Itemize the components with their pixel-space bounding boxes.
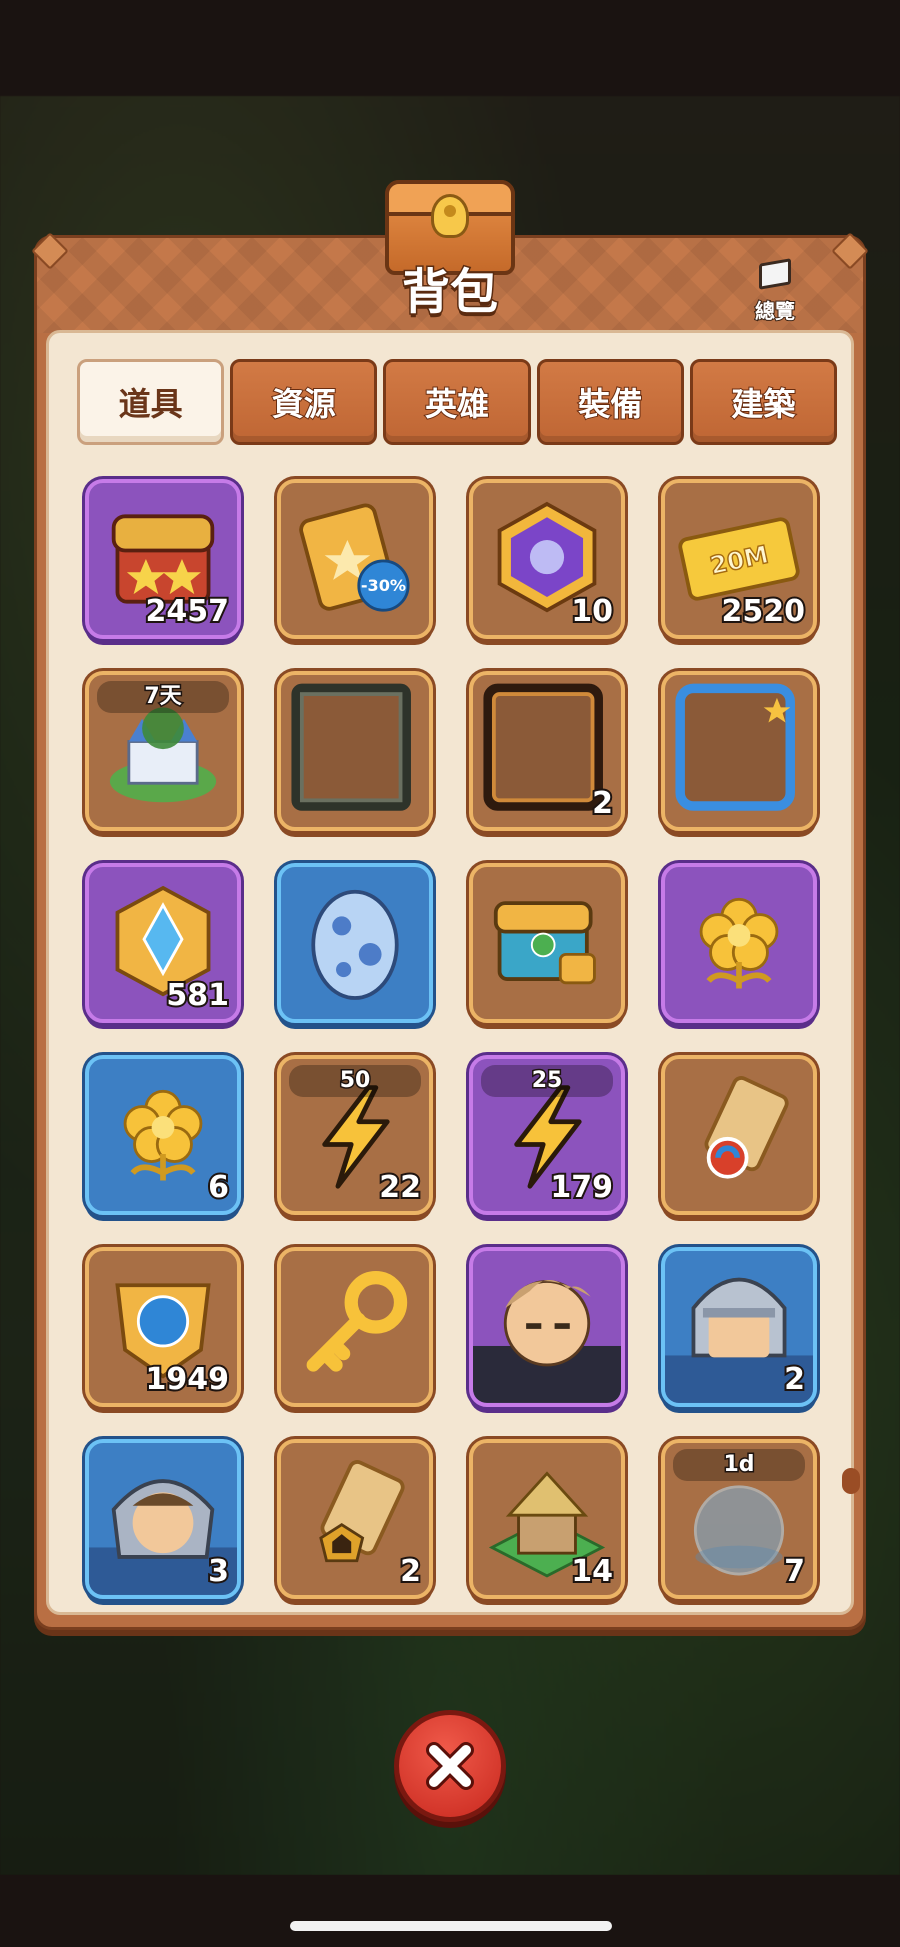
gold-key-icon xyxy=(306,1271,408,1372)
bottom-bar-area xyxy=(0,1875,900,1947)
item-count: 3 xyxy=(206,1552,231,1591)
gold-flower-icon xyxy=(699,897,779,989)
tab-resources[interactable]: 資源 xyxy=(230,359,378,445)
inventory-slot[interactable]: 25 179 xyxy=(469,1055,625,1215)
inventory-slot[interactable]: 6 xyxy=(85,1055,241,1215)
hero-portrait-gentleman-icon xyxy=(473,1280,621,1403)
inventory-slot[interactable]: 50 22 xyxy=(277,1055,433,1215)
box-icon xyxy=(751,253,799,293)
item-timer-badge: 25 xyxy=(481,1065,613,1097)
inventory-slot[interactable]: 1949 xyxy=(85,1247,241,1407)
inventory-slot[interactable]: 1d 7 xyxy=(661,1439,817,1599)
inventory-slot[interactable]: 581 xyxy=(85,863,241,1023)
tab-buildings[interactable]: 建築 xyxy=(689,359,838,445)
inventory-slot[interactable] xyxy=(469,863,625,1023)
inventory-slot[interactable] xyxy=(661,1055,817,1215)
inventory-slot[interactable] xyxy=(277,863,433,1023)
item-count: 22 xyxy=(377,1168,423,1207)
item-count: 7 xyxy=(782,1552,807,1591)
tab-items[interactable]: 道具 xyxy=(77,359,225,445)
item-count: 2 xyxy=(590,784,615,823)
stone-frame-icon xyxy=(291,683,411,811)
item-count: 10 xyxy=(569,592,615,631)
blue-egg-icon xyxy=(311,889,399,1000)
item-count: 581 xyxy=(164,976,231,1015)
status-bar-area xyxy=(0,0,900,96)
item-count: 179 xyxy=(548,1168,615,1207)
overview-label: 總覽 xyxy=(754,298,796,324)
svg-text:-30%: -30% xyxy=(361,576,406,595)
item-count: 6 xyxy=(206,1168,231,1207)
item-timer-badge: 7天 xyxy=(97,681,229,713)
item-count: 2 xyxy=(782,1360,807,1399)
item-count: 2457 xyxy=(144,592,231,631)
item-count: 2520 xyxy=(720,592,807,631)
inventory-slot[interactable]: 7天 xyxy=(85,671,241,831)
overview-button[interactable]: 總覽 xyxy=(740,253,810,324)
inventory-slot[interactable]: -30% xyxy=(277,479,433,639)
item-count: 2 xyxy=(398,1552,423,1591)
category-tabs: 道具 資源 英雄 裝備 建築 xyxy=(77,359,838,449)
inventory-slot[interactable]: 20M 2520 xyxy=(661,479,817,639)
inventory-slot[interactable] xyxy=(277,671,433,831)
inventory-slot[interactable]: 3 xyxy=(85,1439,241,1599)
inventory-slot[interactable]: 14 xyxy=(469,1439,625,1599)
tab-heroes[interactable]: 英雄 xyxy=(383,359,531,445)
tab-equipment[interactable]: 裝備 xyxy=(536,359,684,445)
inventory-slot[interactable]: 2 xyxy=(277,1439,433,1599)
swap-scroll-icon xyxy=(704,1076,789,1179)
inventory-slot[interactable] xyxy=(661,671,817,831)
anniversary-frame-icon xyxy=(675,683,795,811)
inventory-slot[interactable]: 2 xyxy=(469,671,625,831)
item-count: 14 xyxy=(569,1552,615,1591)
inventory-slot[interactable] xyxy=(661,863,817,1023)
inventory-area: 道具 資源 英雄 裝備 建築 2457 -30% 10 20M 2520 7天 2 581 6 5… xyxy=(46,330,854,1615)
inventory-slot[interactable]: 2 xyxy=(661,1247,817,1407)
inventory-slot[interactable] xyxy=(469,1247,625,1407)
inventory-slot[interactable]: 2457 xyxy=(85,479,241,639)
inventory-slot[interactable]: 10 xyxy=(469,479,625,639)
item-timer-badge: 50 xyxy=(289,1065,421,1097)
home-indicator[interactable] xyxy=(290,1921,612,1931)
item-count: 1949 xyxy=(144,1360,231,1399)
close-button[interactable] xyxy=(394,1710,506,1822)
panel-title: 背包 xyxy=(400,263,499,322)
inventory-slot[interactable] xyxy=(277,1247,433,1407)
scrollbar-handle[interactable] xyxy=(842,1468,860,1494)
discount-card-icon: -30% xyxy=(299,503,410,612)
item-timer-badge: 1d xyxy=(673,1449,805,1481)
close-icon xyxy=(426,1742,474,1790)
puzzle-chest-icon xyxy=(493,901,596,985)
